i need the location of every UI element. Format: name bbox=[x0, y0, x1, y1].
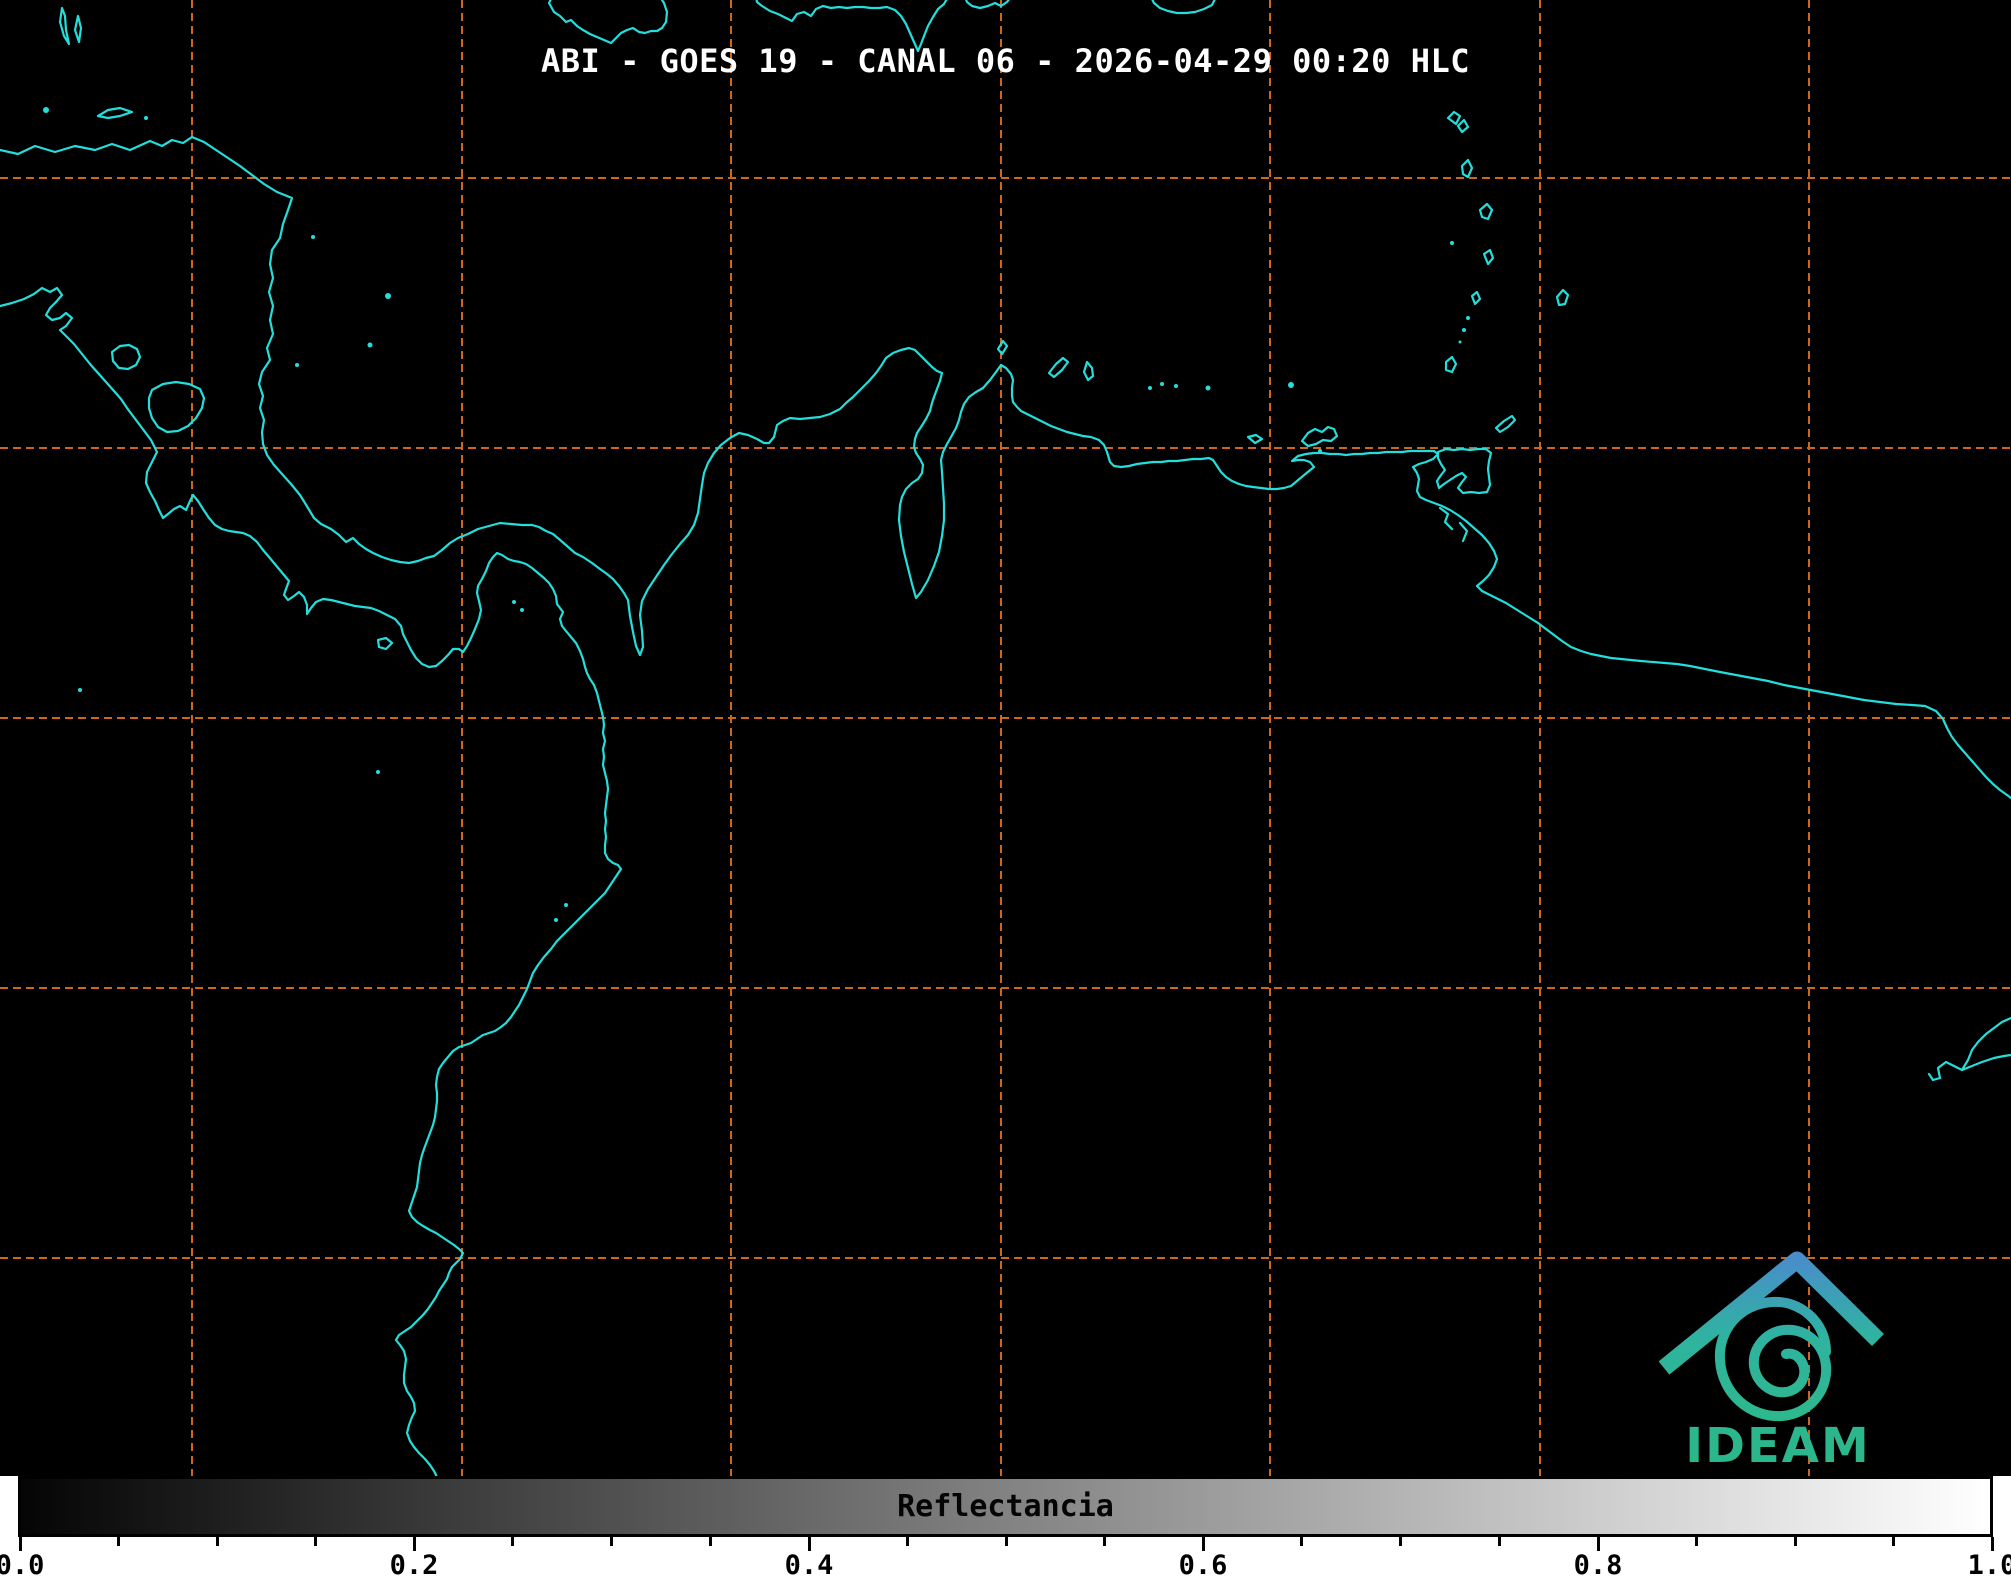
coast-belize-cays bbox=[58, 6, 71, 46]
colorbar-major-tick bbox=[1596, 1537, 1600, 1551]
colorbar-label: Reflectancia bbox=[897, 1488, 1114, 1524]
colorbar: Reflectancia 0.0 0.2 0.4 0.6 0.8 1.0 bbox=[0, 1476, 2011, 1577]
coast-amazon-estuary bbox=[1927, 1016, 2011, 1082]
colorbar-minor-tick bbox=[708, 1537, 712, 1546]
colorbar-minor-tick bbox=[1300, 1537, 1304, 1546]
colorbar-tick-label: 0.0 bbox=[0, 1550, 45, 1577]
colorbar-minor-tick bbox=[1892, 1537, 1895, 1546]
colorbar-minor-tick bbox=[314, 1537, 317, 1546]
coast-guadeloupe bbox=[1446, 110, 1470, 134]
satellite-image-viewer: ABI - GOES 19 - CANAL 06 - 2026-04-29 00… bbox=[0, 0, 2011, 1577]
ideam-logo: IDEAM bbox=[1658, 1251, 1884, 1474]
coast-margarita bbox=[1300, 425, 1339, 448]
colorbar-minor-tick bbox=[1793, 1537, 1797, 1546]
coast-st-lucia bbox=[1482, 248, 1495, 266]
coast-aruba bbox=[996, 339, 1009, 356]
coast-grenada bbox=[1444, 355, 1458, 374]
colorbar-major-tick bbox=[1201, 1537, 1205, 1551]
colorbar-minor-tick bbox=[1497, 1537, 1501, 1546]
colorbar-minor-tick bbox=[906, 1537, 909, 1546]
lake-nicaragua bbox=[147, 380, 206, 434]
coast-martinique bbox=[1478, 202, 1494, 221]
coast-roatan-island bbox=[96, 106, 134, 120]
satellite-map: ABI - GOES 19 - CANAL 06 - 2026-04-29 00… bbox=[0, 0, 2011, 1476]
coast-la-tortuga bbox=[1246, 433, 1264, 445]
colorbar-tick-label: 0.2 bbox=[389, 1550, 439, 1577]
colorbar-minor-tick bbox=[215, 1537, 219, 1546]
colorbar-major-tick bbox=[18, 1537, 22, 1551]
coast-dominica bbox=[1460, 158, 1474, 179]
coast-hispaniola-east-tip bbox=[965, 0, 1011, 10]
coast-belize-cay-2 bbox=[73, 14, 83, 44]
colorbar-minor-tick bbox=[1103, 1537, 1106, 1546]
coast-pacific-mainland bbox=[0, 286, 623, 1476]
coast-caribbean-mainland bbox=[0, 135, 2011, 800]
coast-barbados bbox=[1555, 288, 1570, 307]
colorbar-minor-tick bbox=[1004, 1537, 1008, 1546]
colorbar-tick-label: 0.8 bbox=[1573, 1550, 1623, 1577]
colorbar-tick-label: 0.4 bbox=[784, 1550, 834, 1577]
coast-bonaire bbox=[1082, 360, 1095, 382]
colorbar-major-tick bbox=[1990, 1537, 1994, 1551]
coast-puerto-rico-south bbox=[1151, 0, 1216, 15]
coast-trinidad bbox=[1435, 447, 1493, 495]
coast-coiba-island bbox=[376, 636, 394, 651]
coast-st-vincent bbox=[1470, 290, 1482, 306]
colorbar-minor-tick bbox=[1695, 1537, 1698, 1546]
colorbar-minor-tick bbox=[610, 1537, 613, 1546]
colorbar-major-tick bbox=[807, 1537, 811, 1551]
coast-tobago bbox=[1494, 414, 1517, 434]
colorbar-minor-tick bbox=[511, 1537, 515, 1546]
mountain-swirl-icon bbox=[1658, 1251, 1884, 1422]
map-title: ABI - GOES 19 - CANAL 06 - 2026-04-29 00… bbox=[541, 42, 1470, 80]
small-islands bbox=[43, 107, 1470, 922]
colorbar-major-tick bbox=[412, 1537, 416, 1551]
colorbar-tick-label: 1.0 bbox=[1967, 1550, 2011, 1577]
colorbar-minor-tick bbox=[1399, 1537, 1402, 1546]
logo-text: IDEAM bbox=[1685, 1418, 1870, 1474]
colorbar-tick-label: 0.6 bbox=[1178, 1550, 1228, 1577]
lake-managua bbox=[110, 343, 142, 371]
coast-curacao bbox=[1047, 356, 1070, 379]
colorbar-minor-tick bbox=[117, 1537, 120, 1546]
colorbar-gradient: Reflectancia bbox=[18, 1476, 1993, 1537]
coast-jamaica bbox=[547, 0, 669, 45]
